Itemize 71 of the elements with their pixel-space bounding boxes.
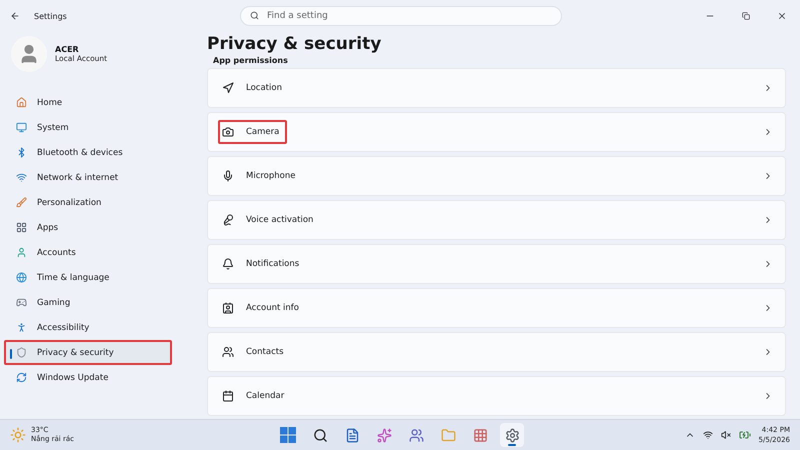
row-label: Contacts [218,340,292,364]
back-icon[interactable] [10,11,20,21]
sidebar-item[interactable]: Home [4,90,172,115]
grid-icon [472,428,488,442]
shield-icon [16,347,27,358]
sidebar-item[interactable]: System [4,115,172,140]
search-field[interactable]: Find a setting [240,6,562,26]
row-label: Camera [218,120,288,144]
sidebar-item[interactable]: Privacy & security [4,340,172,365]
sidebar-item[interactable]: Accounts [4,240,172,265]
folder-icon [440,428,456,442]
sidebar-item[interactable]: Windows Update [4,365,172,390]
search-icon [312,428,328,442]
contact-card-icon [222,302,234,314]
close-icon[interactable] [777,11,787,21]
battery-icon[interactable] [738,429,751,441]
settings-row[interactable]: Location [207,68,786,108]
settings-row[interactable]: Camera [207,112,786,152]
bluetooth-icon [16,147,27,158]
settings-icon [504,428,520,442]
row-label: Microphone [218,164,304,188]
person-icon [16,247,27,258]
row-label: Notifications [218,252,308,276]
sidebar-item[interactable]: Time & language [4,265,172,290]
row-label: Location [218,76,290,100]
grid-icon [16,222,27,233]
settings-row[interactable]: Microphone [207,156,786,196]
brush-icon [16,197,27,208]
gamepad-icon [16,297,27,308]
refresh-icon [16,372,27,383]
wifi-icon[interactable] [702,430,713,440]
settings-row[interactable]: Account info [207,288,786,328]
page-title: Privacy & security [207,33,382,56]
sidebar-item[interactable]: Bluetooth & devices [4,140,172,165]
sidebar-item[interactable]: Accessibility [4,315,172,340]
microphone-icon [222,214,234,226]
settings-row[interactable]: Voice activation [207,200,786,240]
camera-icon [222,126,234,138]
people-icon [222,346,234,358]
row-label: Account info [218,296,307,320]
location-icon [222,82,234,94]
avatar [11,36,47,72]
sidebar-item[interactable]: Network & internet [4,165,172,190]
sparkle-icon [376,428,392,442]
accessibility-icon [16,322,27,333]
windows-logo-icon [280,427,296,443]
search-icon [250,11,259,20]
microphone-icon [222,170,234,182]
home-icon [16,97,27,108]
globe-icon [16,272,27,283]
window-title: Settings [34,12,68,20]
sidebar-item[interactable]: Apps [4,215,172,240]
settings-row[interactable]: Contacts [207,332,786,372]
calendar-icon [222,390,234,402]
bell-icon [222,258,234,270]
weather-icon [10,427,26,443]
document-icon [344,428,360,442]
sidebar-item[interactable]: Personalization [4,190,172,215]
settings-row[interactable]: Notifications [207,244,786,284]
restore-icon[interactable] [742,12,750,20]
wifi-icon [16,172,27,183]
people-icon [408,428,424,442]
account-name: ACER [55,45,80,54]
settings-row[interactable]: Calendar [207,376,786,416]
sidebar-item[interactable]: Gaming [4,290,172,315]
section-heading: App permissions [213,56,289,65]
row-label: Calendar [218,384,292,408]
mute-icon[interactable] [720,430,731,440]
row-label: Voice activation [218,208,322,232]
monitor-icon [16,122,27,133]
taskbar-app[interactable] [500,423,524,447]
